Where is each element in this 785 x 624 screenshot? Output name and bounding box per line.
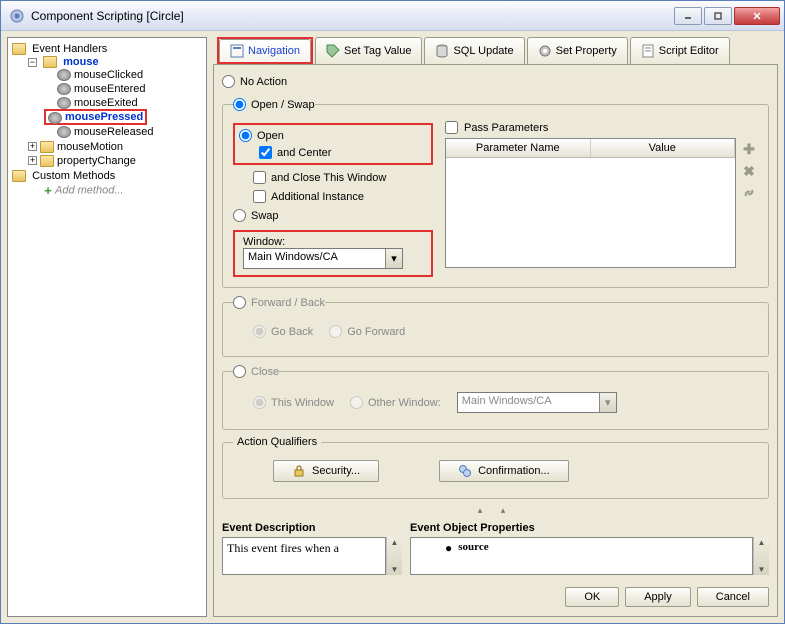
event-icon: [57, 126, 71, 138]
event-description-label: Event Description: [222, 522, 402, 537]
script-icon: [641, 44, 655, 58]
event-icon: [57, 83, 71, 95]
close-this-window-checkbox[interactable]: and Close This Window: [233, 169, 433, 186]
tree-event-handlers[interactable]: Event Handlers − mouse mouseClicked mous…: [12, 42, 204, 169]
tree-mouse-clicked[interactable]: mouseClicked: [44, 68, 204, 82]
tab-script-editor[interactable]: Script Editor: [630, 37, 730, 64]
remove-param-button[interactable]: ✖: [740, 162, 758, 180]
chevron-down-icon[interactable]: ▾: [385, 249, 402, 268]
collapse-icon[interactable]: −: [28, 58, 37, 67]
add-param-button[interactable]: ✚: [740, 140, 758, 158]
action-qualifiers-label: Action Qualifiers: [233, 436, 321, 448]
navigation-panel: No Action Open / Swap Open and Center an…: [213, 64, 778, 617]
no-action-radio[interactable]: No Action: [222, 73, 769, 90]
maximize-button[interactable]: [704, 7, 732, 25]
other-window-combo: Main Windows/CA ▾: [457, 392, 617, 413]
param-value-header: Value: [591, 139, 736, 157]
event-object-props-list[interactable]: ●source: [410, 537, 753, 575]
folder-icon: [43, 56, 57, 68]
navigation-icon: [230, 44, 244, 58]
tab-navigation[interactable]: Navigation: [219, 39, 311, 62]
apply-button[interactable]: Apply: [625, 587, 691, 607]
tag-icon: [326, 44, 340, 58]
folder-icon: [40, 155, 54, 167]
titlebar[interactable]: Component Scripting [Circle]: [1, 1, 784, 31]
tab-set-property[interactable]: Set Property: [527, 37, 628, 64]
additional-instance-checkbox[interactable]: Additional Instance: [233, 188, 433, 205]
tree-mouse-entered[interactable]: mouseEntered: [44, 82, 204, 96]
security-button[interactable]: Security...: [273, 460, 379, 482]
link-param-button[interactable]: [740, 184, 758, 202]
event-icon: [57, 97, 71, 109]
app-icon: [9, 8, 25, 24]
tab-bar: Navigation Set Tag Value SQL Update Set …: [213, 37, 778, 64]
confirm-icon: [458, 464, 472, 478]
event-icon: [48, 112, 62, 124]
expand-icon[interactable]: +: [28, 142, 37, 151]
lock-icon: [292, 464, 306, 478]
confirmation-button[interactable]: Confirmation...: [439, 460, 569, 482]
scrollbar[interactable]: ▲▼: [753, 537, 769, 575]
tree-custom-methods[interactable]: Custom Methods +Add method...: [12, 169, 204, 200]
event-description-text: This event fires when a: [222, 537, 386, 575]
database-icon: [435, 44, 449, 58]
tree-mouse-pressed[interactable]: mousePressed: [44, 110, 204, 124]
add-icon: +: [41, 183, 55, 198]
go-forward-radio: Go Forward: [329, 323, 405, 340]
tree-mouse-released[interactable]: mouseReleased: [44, 125, 204, 139]
close-group: Close This Window Other Window: Main Win…: [222, 363, 769, 430]
close-button[interactable]: [734, 7, 780, 25]
pass-parameters-checkbox[interactable]: Pass Parameters: [445, 119, 758, 138]
window: Component Scripting [Circle] Event Handl…: [0, 0, 785, 624]
this-window-radio: This Window: [253, 394, 334, 411]
tree-property-change[interactable]: +propertyChange: [28, 154, 204, 168]
window-label: Window:: [243, 236, 423, 248]
other-window-radio: Other Window:: [350, 394, 441, 411]
folder-icon: [12, 43, 26, 55]
chevron-down-icon: ▾: [599, 393, 616, 412]
parameters-table[interactable]: Parameter Name Value: [445, 138, 736, 268]
close-radio[interactable]: Close: [233, 363, 279, 380]
expand-icon[interactable]: +: [28, 156, 37, 165]
forward-back-radio[interactable]: Forward / Back: [233, 294, 325, 311]
open-radio[interactable]: Open: [239, 127, 427, 144]
tab-sql-update[interactable]: SQL Update: [424, 37, 524, 64]
window-combo[interactable]: Main Windows/CA ▾: [243, 248, 403, 269]
param-name-header: Parameter Name: [446, 139, 591, 157]
event-object-props-label: Event Object Properties: [410, 522, 769, 537]
tree-mouse[interactable]: − mouse mouseClicked mouseEntered mouseE…: [28, 55, 204, 140]
folder-icon: [12, 170, 26, 182]
cancel-button[interactable]: Cancel: [697, 587, 769, 607]
action-qualifiers-group: Action Qualifiers Security... Confirmati…: [222, 436, 769, 499]
tree-mouse-motion[interactable]: +mouseMotion: [28, 140, 204, 154]
open-swap-radio[interactable]: Open / Swap: [233, 96, 315, 113]
and-center-checkbox[interactable]: and Center: [239, 144, 427, 161]
tree-mouse-exited[interactable]: mouseExited: [44, 96, 204, 110]
swap-radio[interactable]: Swap: [233, 207, 433, 224]
go-back-radio: Go Back: [253, 323, 313, 340]
ok-button[interactable]: OK: [565, 587, 619, 607]
window-title: Component Scripting [Circle]: [31, 9, 674, 23]
splitter-handle[interactable]: ▴ ▴: [222, 505, 769, 516]
forward-back-group: Forward / Back Go Back Go Forward: [222, 294, 769, 357]
scrollbar[interactable]: ▲▼: [386, 537, 402, 575]
tree-add-method[interactable]: +Add method...: [28, 182, 204, 199]
tab-set-tag-value[interactable]: Set Tag Value: [315, 37, 422, 64]
minimize-button[interactable]: [674, 7, 702, 25]
open-swap-group: Open / Swap Open and Center and Close Th…: [222, 96, 769, 288]
event-icon: [57, 69, 71, 81]
tree-panel: Event Handlers − mouse mouseClicked mous…: [7, 37, 207, 617]
folder-icon: [40, 141, 54, 153]
gear-icon: [538, 44, 552, 58]
